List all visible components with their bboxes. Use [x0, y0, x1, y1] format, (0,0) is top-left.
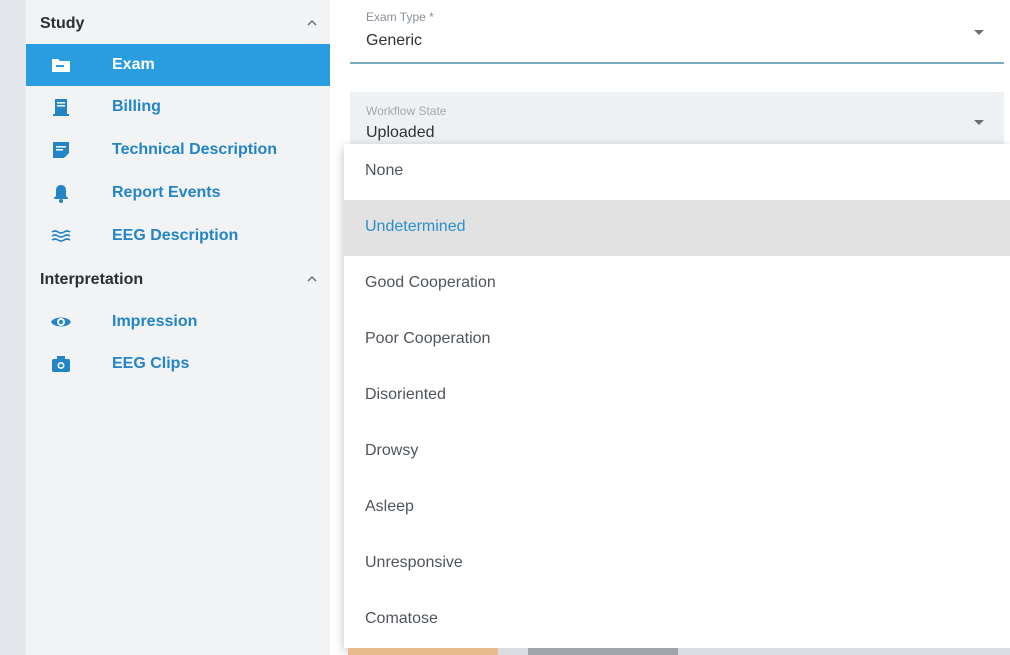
bottom-button-bar — [348, 648, 1010, 655]
option-label: Undetermined — [365, 218, 466, 235]
option-label: Comatose — [365, 610, 438, 627]
sidebar-item-label: Technical Description — [112, 141, 278, 158]
folder-icon — [52, 59, 70, 72]
section-title-study: Study — [40, 15, 85, 32]
exam-type-label: Exam Type * — [366, 10, 434, 24]
option-comatose[interactable]: Comatose — [344, 592, 1010, 648]
option-label: Disoriented — [365, 386, 446, 403]
option-label: None — [365, 162, 404, 179]
chevron-up-icon[interactable] — [302, 13, 322, 33]
chevron-up-icon[interactable] — [302, 269, 322, 289]
left-rail — [0, 0, 26, 655]
sidebar-item-label: Exam — [112, 56, 155, 73]
workflow-state-dropdown: None Undetermined Good Cooperation Poor … — [344, 144, 1010, 648]
receipt-icon — [53, 99, 69, 116]
sidebar-item-billing[interactable]: Billing — [26, 86, 330, 128]
workflow-state-value: Uploaded — [366, 124, 435, 141]
waves-icon — [51, 230, 71, 242]
sidebar-item-technical-description[interactable]: Technical Description — [26, 129, 330, 171]
option-drowsy[interactable]: Drowsy — [344, 424, 1010, 480]
bell-icon — [54, 185, 68, 203]
sidebar-item-label: Report Events — [112, 184, 221, 201]
bottom-button-secondary[interactable] — [528, 648, 678, 655]
option-label: Drowsy — [365, 442, 419, 459]
section-title-interpretation: Interpretation — [40, 271, 144, 288]
option-asleep[interactable]: Asleep — [344, 480, 1010, 536]
sidebar-item-exam[interactable]: Exam — [26, 44, 330, 86]
workflow-state-label: Workflow State — [366, 104, 447, 118]
bottom-button-primary[interactable] — [348, 648, 498, 655]
option-label: Asleep — [365, 498, 414, 515]
option-undetermined[interactable]: Undetermined — [344, 200, 1010, 256]
sidebar-item-impression[interactable]: Impression — [26, 301, 330, 343]
section-header-study[interactable]: Study — [26, 4, 330, 42]
option-label: Good Cooperation — [365, 274, 496, 291]
dropdown-arrow-icon[interactable] — [974, 120, 984, 125]
option-unresponsive[interactable]: Unresponsive — [344, 536, 1010, 592]
sidebar-item-report-events[interactable]: Report Events — [26, 172, 330, 214]
option-none[interactable]: None — [344, 144, 1010, 200]
sidebar-item-eeg-description[interactable]: EEG Description — [26, 215, 330, 257]
option-poor-cooperation[interactable]: Poor Cooperation — [344, 312, 1010, 368]
sidebar-item-label: EEG Clips — [112, 355, 190, 372]
option-label: Poor Cooperation — [365, 330, 491, 347]
option-good-cooperation[interactable]: Good Cooperation — [344, 256, 1010, 312]
section-header-interpretation[interactable]: Interpretation — [26, 260, 330, 298]
eye-icon — [51, 317, 71, 327]
note-icon — [53, 142, 69, 158]
sidebar-item-label: EEG Description — [112, 227, 239, 244]
camera-icon — [52, 356, 70, 372]
workflow-state-select[interactable]: Workflow State Uploaded — [350, 92, 1004, 144]
exam-type-value: Generic — [366, 32, 423, 49]
sidebar: Study Exam Billing Technical Description — [26, 0, 330, 655]
exam-type-select[interactable]: Exam Type * Generic — [350, 0, 1004, 64]
exam-type-underline — [350, 62, 1004, 64]
sidebar-item-eeg-clips[interactable]: EEG Clips — [26, 343, 330, 385]
dropdown-arrow-icon[interactable] — [974, 30, 984, 35]
option-label: Unresponsive — [365, 554, 463, 571]
option-disoriented[interactable]: Disoriented — [344, 368, 1010, 424]
sidebar-item-label: Impression — [112, 313, 198, 330]
sidebar-item-label: Billing — [112, 98, 161, 115]
